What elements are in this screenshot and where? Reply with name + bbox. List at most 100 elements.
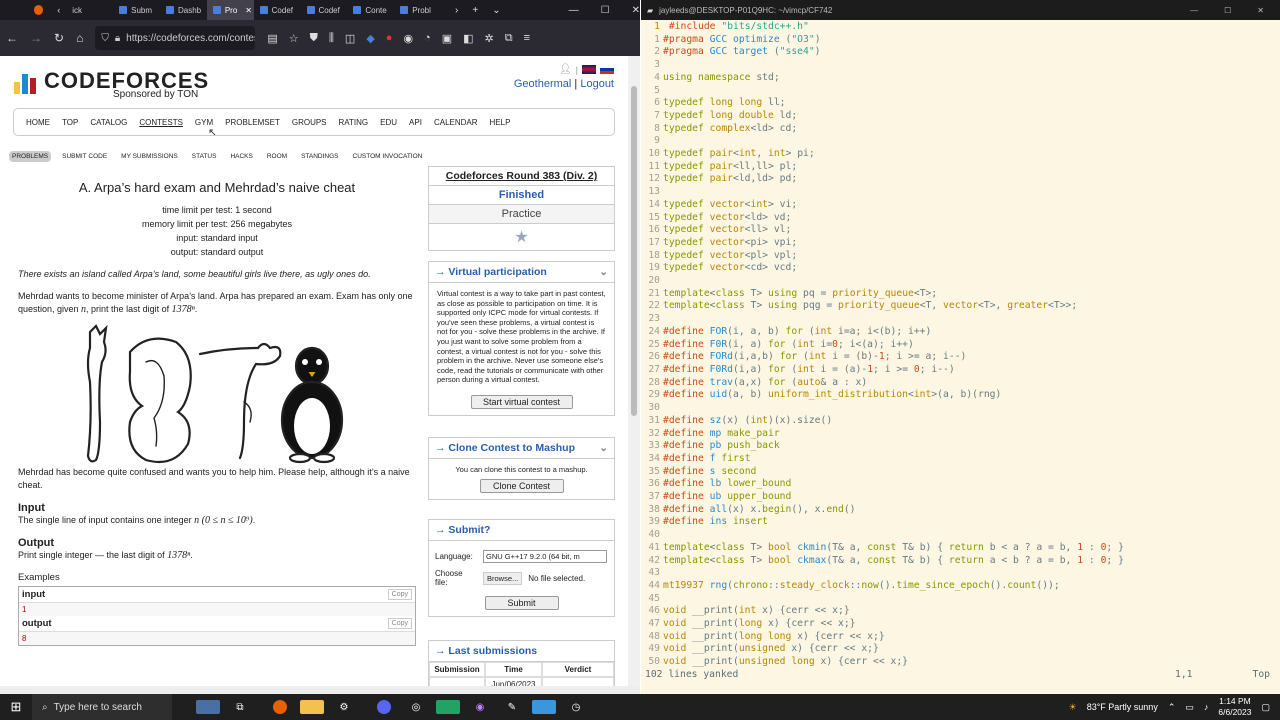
code-line[interactable]: 26 #define FORd(i,a,b) for (int i = (b)-1…	[641, 351, 1280, 364]
code-line[interactable]: 33 #define pb push_back	[641, 440, 1280, 453]
tab-scroll-left-icon[interactable]: ‹	[57, 5, 60, 15]
app-icon[interactable]: ◷	[564, 700, 588, 714]
clone-contest-header[interactable]: → Clone Contest to Mashup ⌄	[429, 438, 614, 459]
url-bar[interactable]: ⛉ 🔒︎ https://codeforces.com/contest/74	[95, 26, 256, 50]
menu-api[interactable]: API	[409, 118, 422, 127]
menu-calendar[interactable]: CALENDAR	[434, 118, 478, 127]
code-line[interactable]: 11 typedef pair<ll,ll> pl;	[641, 161, 1280, 174]
extension-icon[interactable]: ◉	[403, 32, 413, 45]
menu-gym[interactable]: GYM	[195, 118, 213, 127]
submenu-hacks[interactable]: HACKS	[227, 151, 255, 162]
new-tab-icon[interactable]: +	[472, 5, 478, 16]
code-line[interactable]: 22 template<class T> using pqg = priority…	[641, 300, 1280, 313]
code-editor[interactable]: 1 #include "bits/stdc++.h" 1 #pragma GCC o…	[641, 21, 1280, 669]
collapse-chevron-icon[interactable]: ⌄	[599, 266, 608, 278]
network-icon[interactable]: ▭	[1185, 702, 1194, 713]
code-line[interactable]: 46 void __print(int x) {cerr << x;}	[641, 605, 1280, 618]
code-line[interactable]: 15 typedef vector<ld> vd;	[641, 212, 1280, 225]
contest-name-link[interactable]: Codeforces Round 383 (Div. 2)	[429, 167, 614, 186]
library-icon[interactable]: ⫼	[329, 32, 334, 45]
code-line[interactable]: 42 template<class T> bool ckmax(T& a, con…	[641, 555, 1280, 568]
firefox-icon[interactable]	[34, 5, 44, 15]
chrome-icon[interactable]: ◎	[404, 700, 428, 714]
app-icon[interactable]: ✎	[500, 700, 524, 714]
code-line[interactable]: 39 #define ins insert	[641, 516, 1280, 529]
minimize-icon[interactable]: —	[569, 5, 579, 16]
menu-help[interactable]: HELP	[490, 118, 511, 127]
browser-tab[interactable]: Codef	[301, 0, 348, 20]
code-line[interactable]: 32 #define mp make_pair	[641, 428, 1280, 441]
back-icon[interactable]: ←	[6, 31, 18, 45]
browser-tab[interactable]: Subm	[113, 0, 160, 20]
browser-tab[interactable]: Dashb	[160, 0, 207, 20]
obs-icon[interactable]: ◉	[468, 700, 492, 714]
scrollbar-thumb[interactable]	[631, 86, 637, 416]
weather-text[interactable]: 83°F Partly sunny	[1087, 702, 1158, 712]
maximize-icon[interactable]: ☐	[1224, 6, 1231, 15]
app-menu-icon[interactable]: ≡	[524, 32, 530, 45]
copy-input-button[interactable]: Copy	[387, 589, 412, 600]
code-line[interactable]: 1 #include "bits/stdc++.h"	[641, 21, 1280, 34]
menu-rating[interactable]: RATING	[339, 118, 369, 127]
code-line[interactable]: 36 #define lb lower_bound	[641, 478, 1280, 491]
code-line[interactable]: 43	[641, 567, 1280, 580]
submit-button[interactable]: Submit	[484, 596, 559, 610]
close-tab-icon[interactable]: ✕	[245, 6, 252, 15]
logout-link[interactable]: Logout	[580, 78, 614, 90]
code-line[interactable]: 14 typedef vector<int> vi;	[641, 199, 1280, 212]
reader-view-icon[interactable]: ▤	[267, 32, 277, 45]
extension-icon[interactable]: ◆	[366, 32, 374, 45]
profile-link[interactable]: Geothermal	[514, 78, 571, 90]
notepad-icon[interactable]	[532, 700, 556, 714]
browser-tab[interactable]: Conte	[347, 0, 394, 20]
code-line[interactable]: 13	[641, 186, 1280, 199]
code-line[interactable]: 23	[641, 313, 1280, 326]
submenu-my-submissions[interactable]: MY SUBMISSIONS	[118, 151, 181, 162]
maximize-icon[interactable]: ☐	[601, 5, 610, 16]
steam-icon[interactable]: ⚙	[332, 700, 356, 714]
pocket-icon[interactable]: ⛊	[310, 32, 318, 45]
shield-icon[interactable]: ⛉	[101, 33, 109, 44]
code-line[interactable]: 34 #define f first	[641, 453, 1280, 466]
submenu-standings[interactable]: STANDINGS	[298, 151, 341, 162]
clone-contest-button[interactable]: Clone Contest	[479, 478, 564, 493]
bookmark-star-icon[interactable]: ☆	[289, 32, 299, 45]
clock-extension-icon[interactable]: ◔	[424, 32, 431, 45]
language-select[interactable]: GNU G++17 9.2.0 (64 bit, m	[483, 550, 607, 563]
menu-home[interactable]: HOME	[26, 118, 50, 127]
code-line[interactable]: 29 #define uid(a, b) uniform_int_distribu…	[641, 389, 1280, 402]
code-line[interactable]: 5	[641, 85, 1280, 98]
settings-extension-icon[interactable]: ✲	[485, 32, 494, 45]
firefox-taskbar-icon[interactable]	[273, 700, 287, 714]
code-line[interactable]: 18 typedef vector<pl> vpl;	[641, 250, 1280, 263]
code-line[interactable]: 40	[641, 529, 1280, 542]
list-tabs-icon[interactable]: ⌄	[492, 5, 500, 16]
browser-tab-active[interactable]: Pro ✕	[206, 0, 254, 20]
reload-icon[interactable]: ↻	[54, 31, 64, 45]
code-line[interactable]: 17 typedef vector<pi> vpi;	[641, 237, 1280, 250]
code-line[interactable]: 37 #define ub upper_bound	[641, 491, 1280, 504]
start-virtual-contest-button[interactable]: Start virtual contest	[470, 394, 573, 409]
code-line[interactable]: 41 template<class T> bool ckmin(T& a, con…	[641, 542, 1280, 555]
collapse-chevron-icon[interactable]: ⌄	[599, 442, 608, 454]
code-line[interactable]: 1 #pragma GCC optimize ("O3")	[641, 34, 1280, 47]
code-line[interactable]: 3	[641, 59, 1280, 72]
code-line[interactable]: 27 #define F0Rd(i,a) for (int i = (a)-1; …	[641, 364, 1280, 377]
copy-output-button[interactable]: Copy	[387, 618, 412, 629]
russian-flag-icon[interactable]	[600, 65, 614, 74]
url-text[interactable]: https://codeforces.com/contest/74	[126, 33, 255, 44]
excel-icon[interactable]	[436, 700, 460, 714]
submenu-submit-code[interactable]: SUBMIT CODE	[59, 151, 110, 162]
code-line[interactable]: 47 void __print(long x) {cerr << x;}	[641, 618, 1280, 631]
minimize-icon[interactable]: —	[1190, 6, 1198, 15]
menu-groups[interactable]: GROUPS	[292, 118, 327, 127]
code-line[interactable]: 20	[641, 275, 1280, 288]
submenu-custom-invocation[interactable]: CUSTOM INVOCATION	[350, 151, 426, 162]
extension-icon[interactable]: ◧	[463, 32, 473, 45]
close-window-icon[interactable]: ✕	[632, 5, 640, 16]
tray-overflow-icon[interactable]: ⌃	[1168, 702, 1176, 713]
home-icon[interactable]: ⌂	[76, 31, 83, 45]
code-line[interactable]: 44 mt19937 rng(chrono::steady_clock::now(…	[641, 580, 1280, 593]
taskbar-clock[interactable]: 1:14 PM 6/6/2023	[1218, 696, 1251, 718]
browser-tab[interactable]: Codef	[254, 0, 301, 20]
